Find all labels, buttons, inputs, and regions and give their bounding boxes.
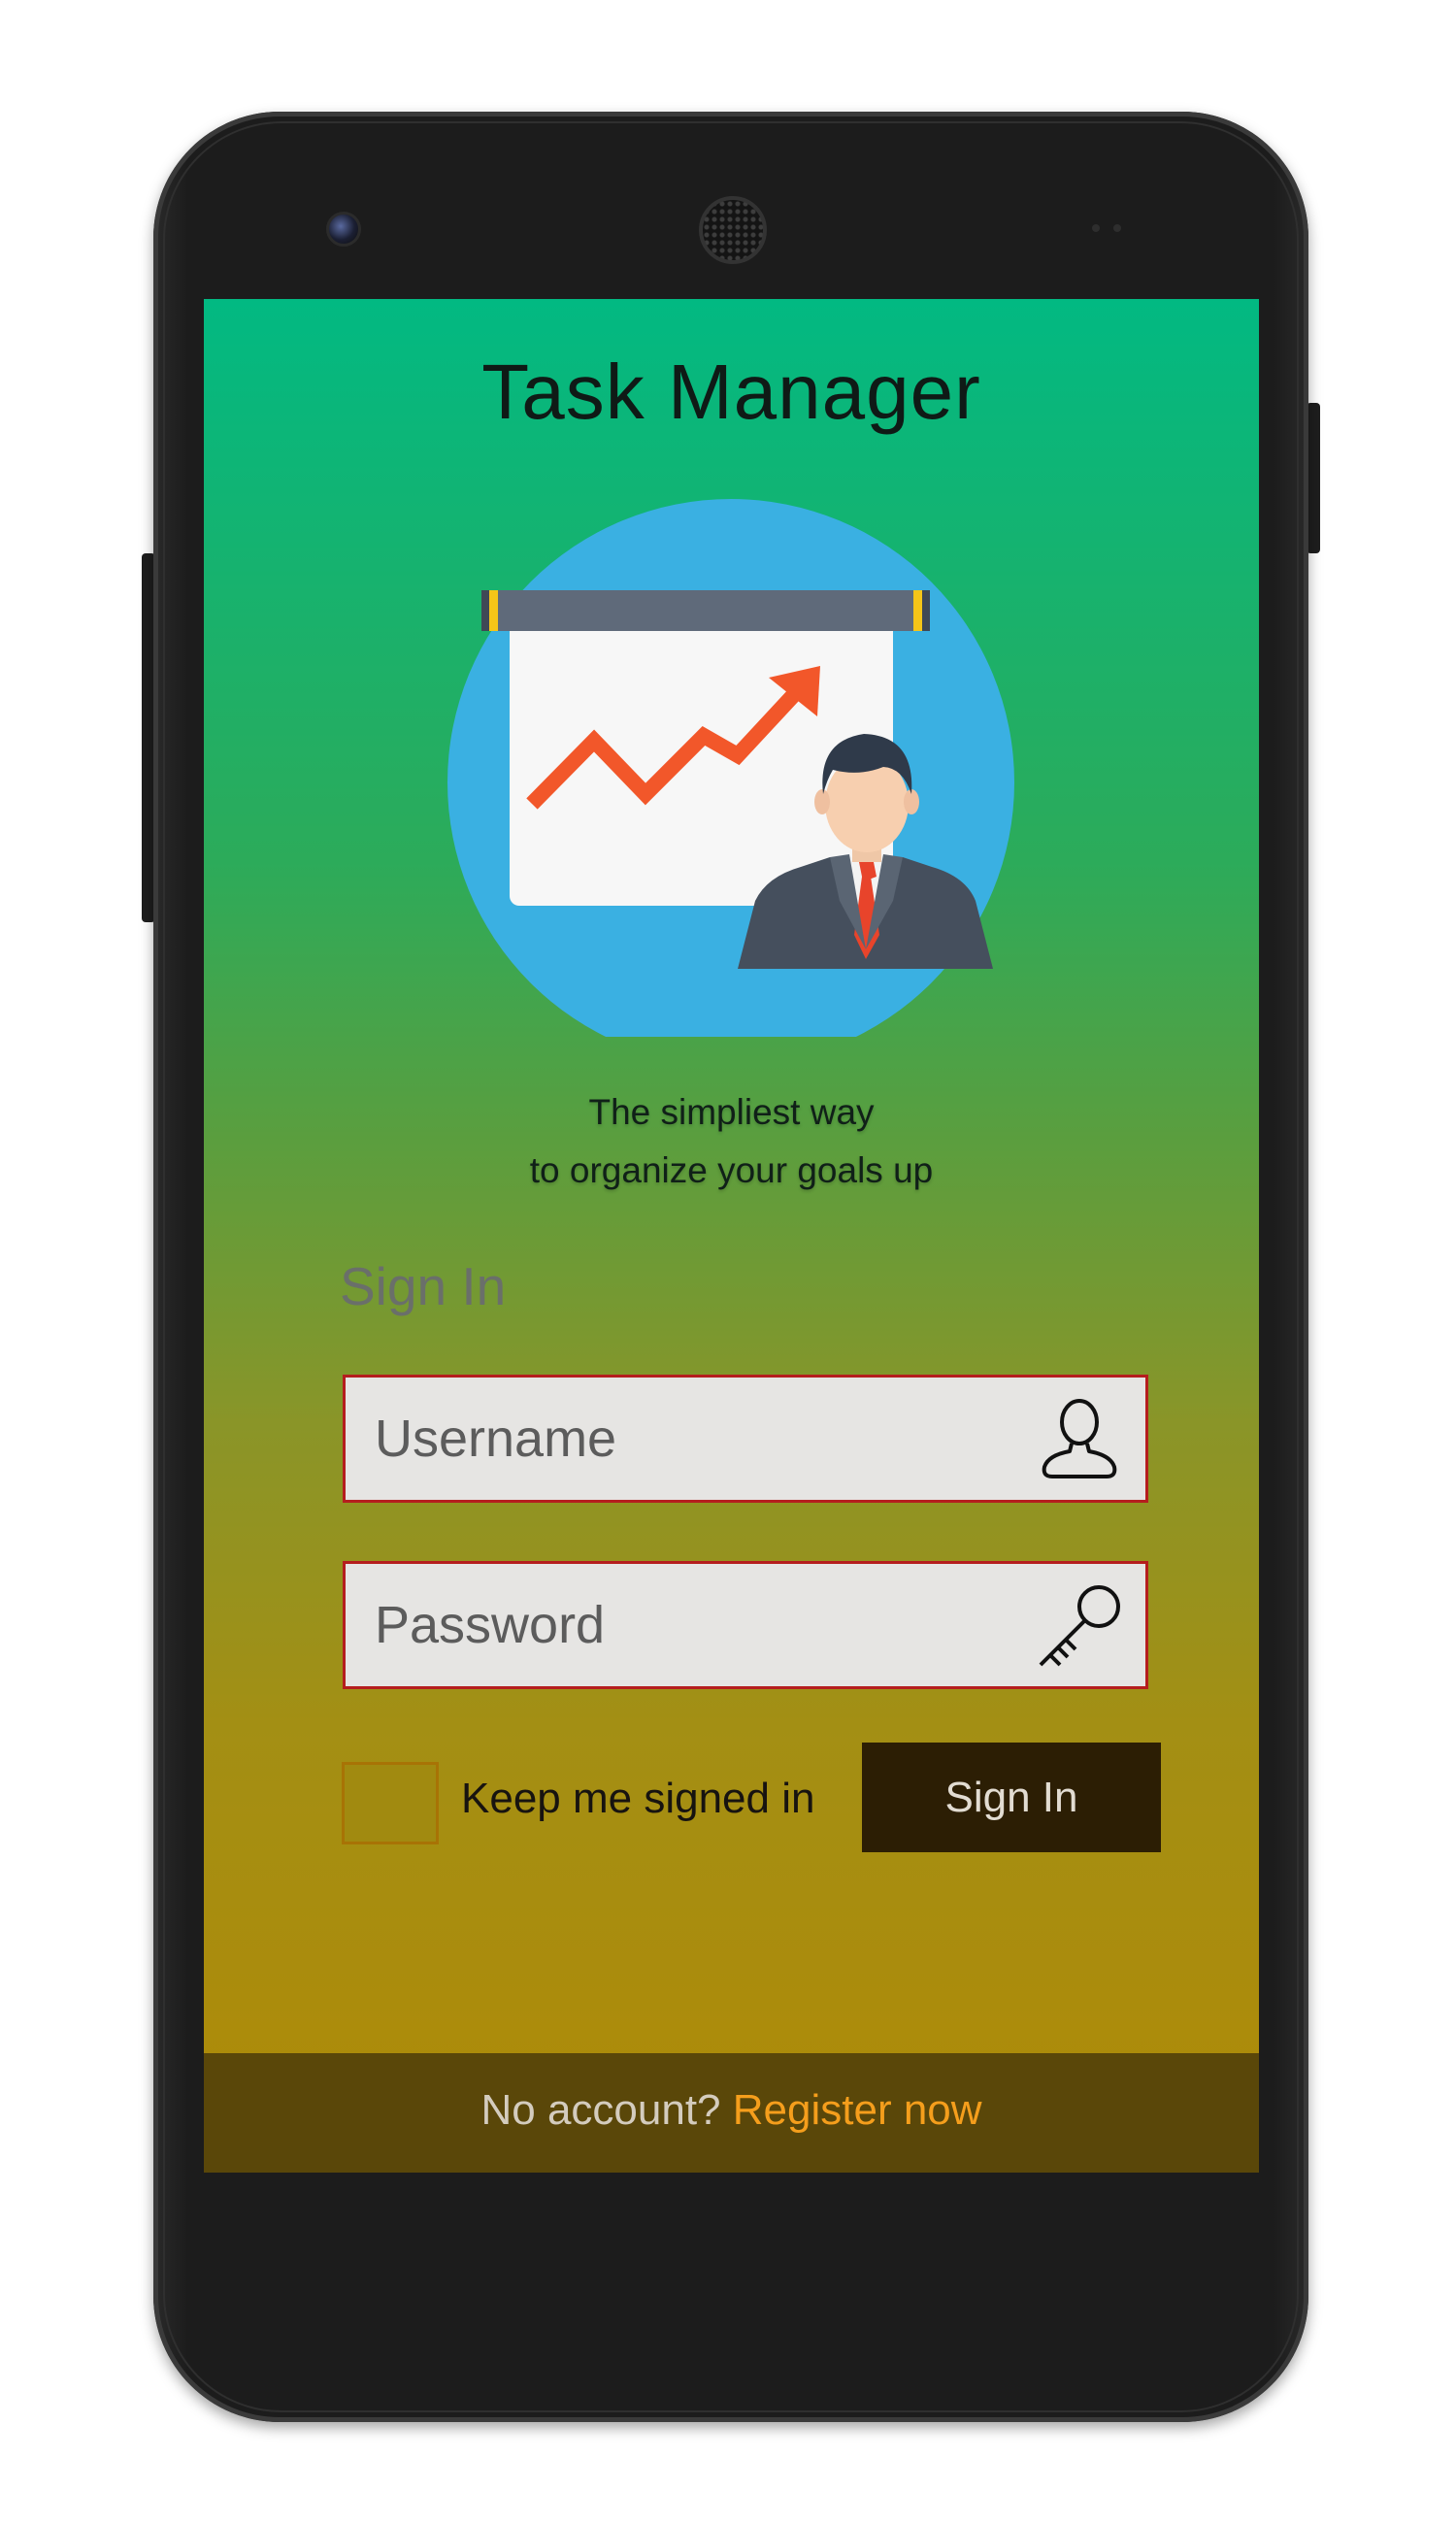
user-icon (1042, 1399, 1117, 1478)
keep-signed-in-label[interactable]: Keep me signed in (461, 1775, 814, 1823)
tagline-line-2: to organize your goals up (529, 1150, 934, 1190)
front-camera-icon (326, 212, 361, 247)
earpiece-speaker-icon (699, 196, 767, 264)
key-icon (1039, 1585, 1120, 1667)
password-input[interactable] (346, 1564, 1054, 1686)
footer-bar: No account? Register now (204, 2053, 1259, 2173)
keep-signed-in-checkbox[interactable] (342, 1762, 439, 1844)
app-screen: Task Manager The simpliest way to organi… (204, 299, 1259, 2173)
username-field[interactable] (343, 1375, 1148, 1503)
stage: Task Manager The simpliest way to organi… (0, 0, 1456, 2524)
power-button (1307, 403, 1320, 553)
sign-in-heading: Sign In (340, 1256, 507, 1316)
app-title: Task Manager (481, 349, 981, 435)
sign-in-button[interactable]: Sign In (862, 1743, 1161, 1852)
register-now-link[interactable]: Register now (733, 2086, 982, 2134)
presentation-chart-icon (447, 499, 1014, 1037)
proximity-sensors (1092, 219, 1141, 232)
password-field[interactable] (343, 1561, 1148, 1689)
tagline: The simpliest way to organize your goals… (204, 1083, 1259, 1200)
tagline-line-1: The simpliest way (588, 1092, 875, 1132)
username-input[interactable] (346, 1378, 1054, 1500)
no-account-text: No account? (480, 2086, 733, 2134)
